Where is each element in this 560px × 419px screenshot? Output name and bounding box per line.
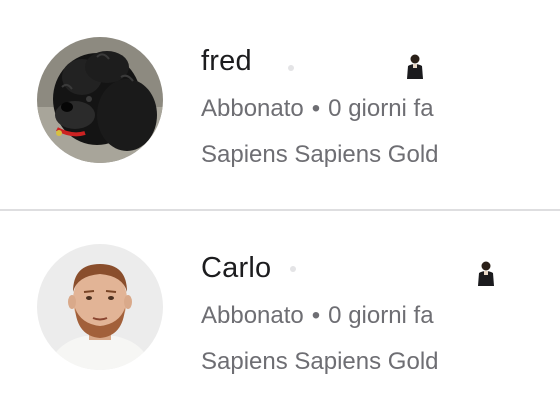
member-plan: Sapiens Sapiens Gold	[201, 141, 439, 168]
status-label: Abbonato	[201, 302, 304, 329]
blurred-mark	[290, 266, 296, 272]
status-time: 0 giorni fa	[328, 95, 434, 122]
member-row[interactable]: fred Abbonato • 0 giorni fa Sapiens Sapien…	[0, 5, 560, 205]
member-name: Carlo	[201, 252, 272, 284]
member-status: Abbonato • 0 giorni fa	[201, 301, 434, 331]
row-divider	[0, 209, 560, 211]
person-badge-icon	[478, 261, 494, 286]
member-list: fred Abbonato • 0 giorni fa Sapiens Sapien…	[0, 0, 560, 419]
blurred-mark	[288, 65, 294, 71]
person-badge-icon	[407, 54, 423, 79]
member-row[interactable]: Carlo Abbonato • 0 giorni fa Sapiens Sapie…	[0, 212, 560, 412]
dog-avatar-icon	[37, 37, 163, 163]
member-plan: Sapiens Sapiens Gold	[201, 348, 439, 375]
member-name: fred	[201, 45, 252, 77]
status-label: Abbonato	[201, 95, 304, 122]
man-avatar-icon	[37, 244, 163, 370]
separator-dot: •	[311, 95, 321, 122]
member-status: Abbonato • 0 giorni fa	[201, 94, 434, 124]
separator-dot: •	[311, 302, 321, 329]
status-time: 0 giorni fa	[328, 302, 434, 329]
